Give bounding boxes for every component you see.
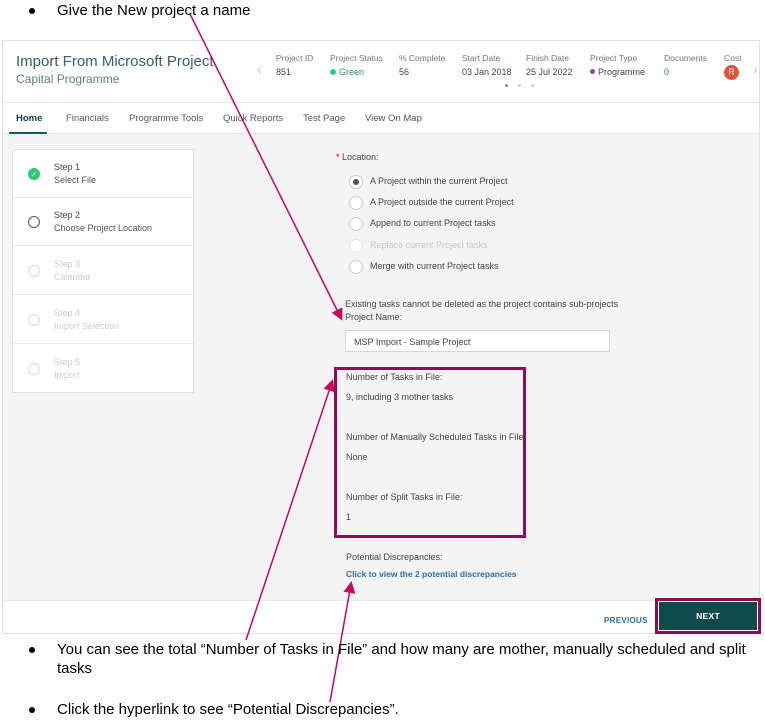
carousel-dot[interactable] [518,84,521,87]
tab-home[interactable]: Home [16,113,42,124]
cost-status-badge: R [724,65,739,80]
chevron-left-icon[interactable]: ‹ [257,61,262,77]
discrepancies-link[interactable]: Click to view the 2 potential discrepanc… [346,569,517,579]
wizard-step-5: Step 5 Import [13,345,193,393]
tab-test-page[interactable]: Test Page [303,113,345,124]
stat-project-type: Project Type Programme [590,53,646,77]
instruction-text-3: Click the hyperlink to see “Potential Di… [57,701,399,718]
header-carousel-dots[interactable] [505,84,534,87]
radio-selected-icon[interactable] [349,175,363,189]
project-header: Import From Microsoft Project Capital Pr… [3,41,759,103]
wizard-step-4: Step 4 Import Selection [13,296,193,344]
app-window: Import From Microsoft Project Capital Pr… [2,40,760,634]
tab-quick-reports[interactable]: Quick Reports [223,113,283,124]
tab-financials[interactable]: Financials [66,113,109,124]
active-tab-indicator [9,132,47,134]
radio-icon[interactable] [349,217,363,231]
wizard-footer: PREVIOUS [3,600,759,633]
stat-start-date: Start Date 03 Jan 2018 [462,53,512,77]
carousel-dot[interactable] [531,84,534,87]
tab-bar: Home Financials Programme Tools Quick Re… [3,103,759,134]
stat-finish-date: Finish Date 25 Jul 2022 [526,53,573,77]
bullet-dot [29,8,35,14]
bullet-dot [29,647,35,653]
chevron-right-icon[interactable]: › [753,61,758,77]
tab-programme-tools[interactable]: Programme Tools [129,113,203,124]
bullet-dot [29,707,35,713]
step-circle-icon [28,265,40,277]
radio-icon[interactable] [349,260,363,274]
carousel-dot[interactable] [505,84,508,87]
type-dot-icon [590,69,595,74]
stat-documents[interactable]: Documents 0 [664,53,707,77]
location-label: * Location: [336,152,379,162]
step-circle-icon [28,314,40,326]
wizard-step-2[interactable]: Step 2 Choose Project Location [13,198,193,246]
page-title: Import From Microsoft Project [16,53,214,70]
step-circle-icon [28,363,40,375]
project-name-label: Project Name: [345,312,403,322]
project-name-input[interactable]: MSP Import - Sample Project [345,330,610,352]
check-icon: ✓ [28,168,40,180]
previous-button[interactable]: PREVIOUS [604,616,648,625]
instruction-text-1: Give the New project a name [57,2,251,19]
wizard-steps: ✓ Step 1 Select File Step 2 Choose Proje… [12,149,194,393]
stat-cost: Cost R [724,53,741,80]
status-dot-icon [330,69,336,75]
next-button[interactable]: NEXT [659,602,757,630]
stat-project-id: Project ID 851 [276,53,314,77]
stat-percent-complete: % Complete 56 [399,53,446,77]
step-circle-icon [28,216,40,228]
instruction-text-2: You can see the total “Number of Tasks i… [57,641,746,677]
discrepancies-label: Potential Discrepancies: [346,552,443,562]
page-subtitle: Capital Programme [16,72,120,86]
tab-view-on-map[interactable]: View On Map [365,113,422,124]
stat-project-status: Project Status Green [330,53,383,77]
tasks-info-highlight [334,367,526,538]
radio-icon [349,239,363,253]
wizard-step-3: Step 3 Calendar [13,247,193,295]
sub-project-note: Existing tasks cannot be deleted as the … [345,299,619,309]
radio-icon[interactable] [349,196,363,210]
wizard-step-1[interactable]: ✓ Step 1 Select File [13,150,193,198]
